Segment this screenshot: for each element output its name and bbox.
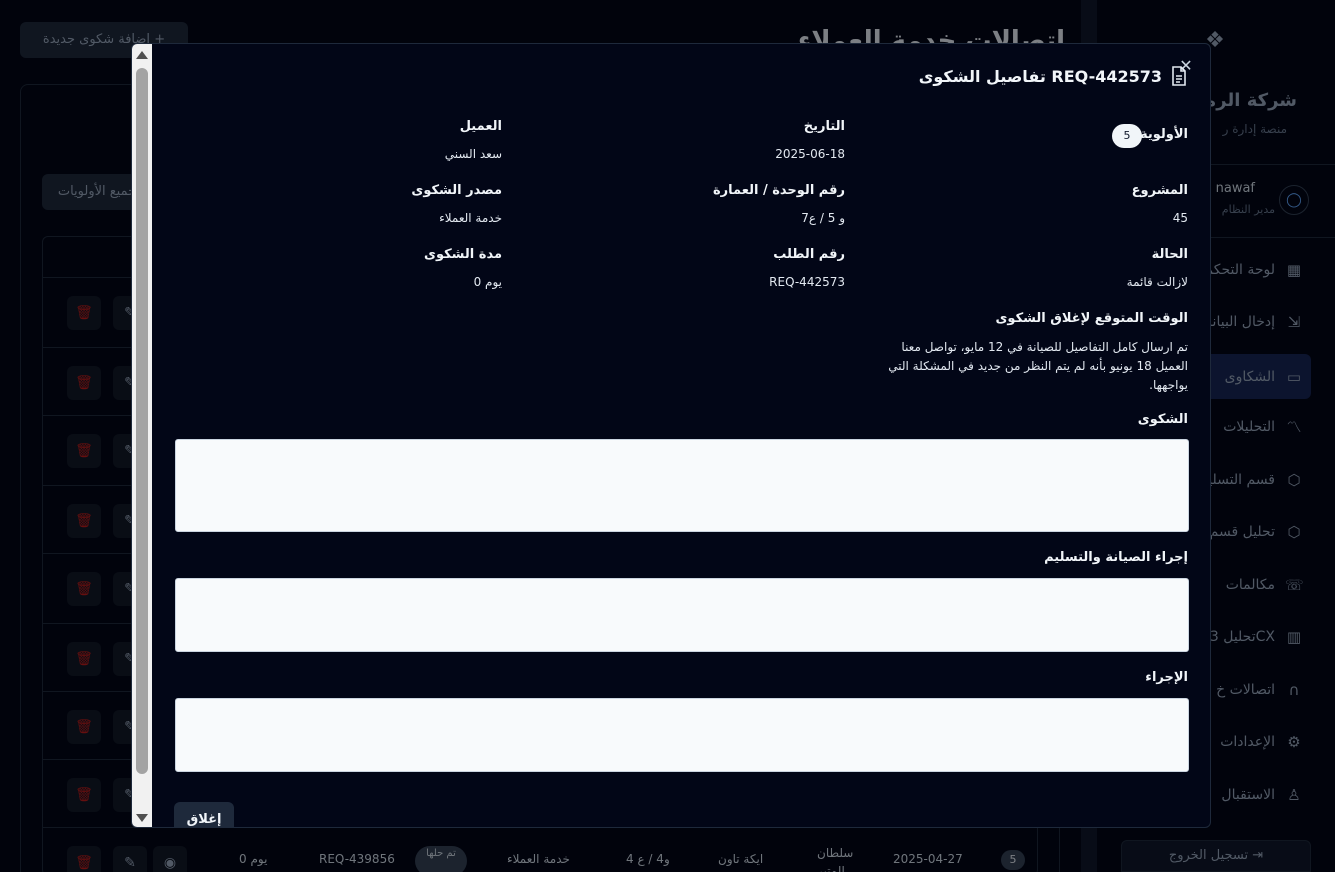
request-value: REQ-442573	[769, 275, 845, 289]
priority-label: الأولوية	[1139, 127, 1188, 142]
unit-value: و 5 / ع7	[801, 211, 845, 225]
complaint-label: الشكوى	[1137, 412, 1188, 427]
complaint-textbox[interactable]	[175, 439, 1189, 532]
expected-close-value: تم ارسال كامل التفاصيل للصيانة في 12 ماي…	[888, 340, 1188, 392]
document-icon	[1172, 66, 1186, 86]
modal-title: تفاصيل الشكوى REQ-442573	[918, 66, 1162, 86]
project-value: 45	[1172, 211, 1188, 225]
complaint-details-modal: ✕ تفاصيل الشكوى REQ-442573 الأولوية 5 ال…	[131, 43, 1211, 828]
status-value: لازالت قائمة	[1126, 275, 1188, 289]
maintenance-label: إجراء الصيانة والتسليم	[1044, 550, 1188, 565]
customer-label: العميل	[459, 119, 502, 134]
duration-value: 0 يوم	[473, 275, 502, 289]
close-button[interactable]: إغلاق	[174, 802, 234, 827]
modal-header: تفاصيل الشكوى REQ-442573	[919, 66, 1188, 86]
scroll-down-arrow-icon[interactable]	[136, 814, 148, 822]
date-label: التاريخ	[803, 119, 845, 134]
expected-close-label: الوقت المتوقع لإغلاق الشكوى	[995, 311, 1189, 326]
action-textbox[interactable]	[175, 698, 1189, 772]
unit-label: رقم الوحدة / العمارة	[713, 183, 845, 198]
project-label: المشروع	[1131, 183, 1188, 198]
duration-label: مدة الشكوى	[424, 247, 502, 262]
date-value: 2025-06-18	[775, 147, 845, 161]
priority-value-badge: 5	[1112, 124, 1142, 148]
request-label: رقم الطلب	[773, 247, 845, 262]
customer-value: سعد السني	[444, 147, 502, 161]
source-label: مصدر الشكوى	[411, 183, 502, 198]
modal-scrollbar[interactable]	[132, 44, 152, 827]
source-value: خدمة العملاء	[439, 211, 502, 225]
scrollbar-thumb[interactable]	[136, 68, 148, 774]
maintenance-textbox[interactable]	[175, 578, 1189, 652]
scroll-up-arrow-icon[interactable]	[136, 51, 148, 59]
status-label: الحالة	[1151, 247, 1188, 262]
action-label: الإجراء	[1145, 670, 1188, 685]
